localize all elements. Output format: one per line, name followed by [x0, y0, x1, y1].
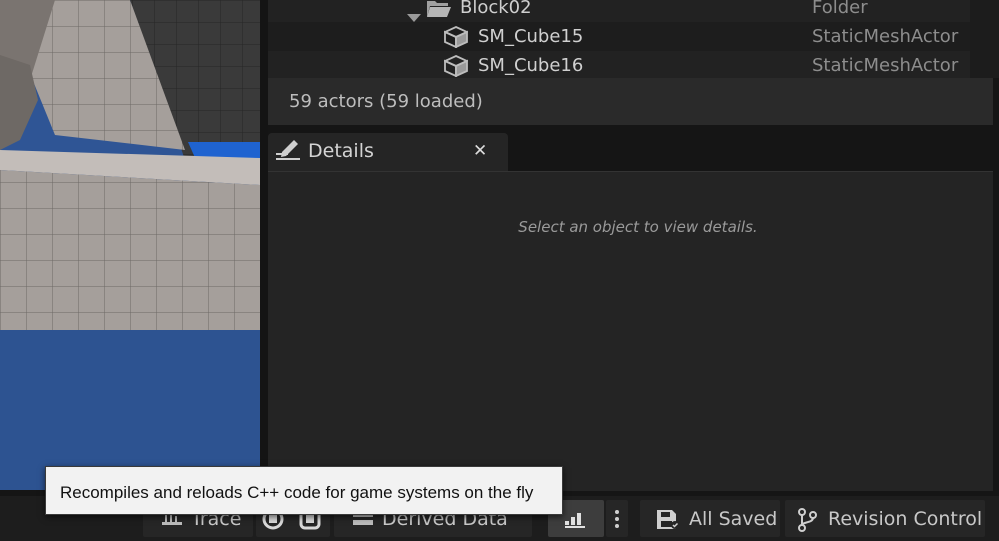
details-tab-bar: Details ✕ — [268, 133, 999, 171]
more-options-icon — [615, 510, 619, 532]
level-viewport[interactable] — [0, 0, 260, 490]
revision-control-icon — [797, 508, 817, 536]
outliner-item-label: SM_Cube16 — [478, 55, 584, 76]
save-status-section[interactable]: All Saved — [640, 500, 780, 537]
revision-control-section[interactable]: Revision Control — [785, 500, 985, 537]
details-panel: Select an object to view details. — [268, 171, 993, 491]
live-coding-icon — [564, 509, 586, 533]
panel-splitter[interactable] — [260, 0, 268, 490]
outliner-row[interactable]: SM_Cube16 StaticMeshActor — [268, 51, 970, 78]
close-icon[interactable]: ✕ — [473, 141, 487, 161]
outliner-list: Block02 Folder SM_Cube15 StaticMeshActor… — [268, 0, 999, 78]
compile-options-button[interactable] — [606, 500, 628, 537]
outliner-row[interactable]: Block02 Folder — [268, 0, 970, 22]
edit-details-icon — [275, 139, 301, 167]
outliner-status-bar: 59 actors (59 loaded) — [268, 78, 993, 125]
save-status-label: All Saved — [689, 508, 778, 530]
static-mesh-icon — [442, 55, 470, 78]
viewport-scene — [0, 0, 260, 490]
save-icon — [656, 509, 680, 535]
outliner-item-type: StaticMeshActor — [812, 55, 959, 76]
outliner-item-type: StaticMeshActor — [812, 26, 959, 47]
outliner-item-label: Block02 — [460, 0, 532, 18]
outliner-item-type: Folder — [812, 0, 868, 18]
details-empty-message: Select an object to view details. — [518, 218, 758, 236]
tab-details[interactable]: Details ✕ — [268, 133, 508, 171]
live-coding-tooltip: Recompiles and reloads C++ code for game… — [45, 466, 563, 515]
outliner-row[interactable]: SM_Cube15 StaticMeshActor — [268, 22, 970, 51]
details-tab-label: Details — [308, 140, 374, 162]
revision-control-label: Revision Control — [828, 508, 983, 530]
actor-count: 59 actors (59 loaded) — [289, 91, 483, 112]
outliner-item-label: SM_Cube15 — [478, 26, 584, 47]
